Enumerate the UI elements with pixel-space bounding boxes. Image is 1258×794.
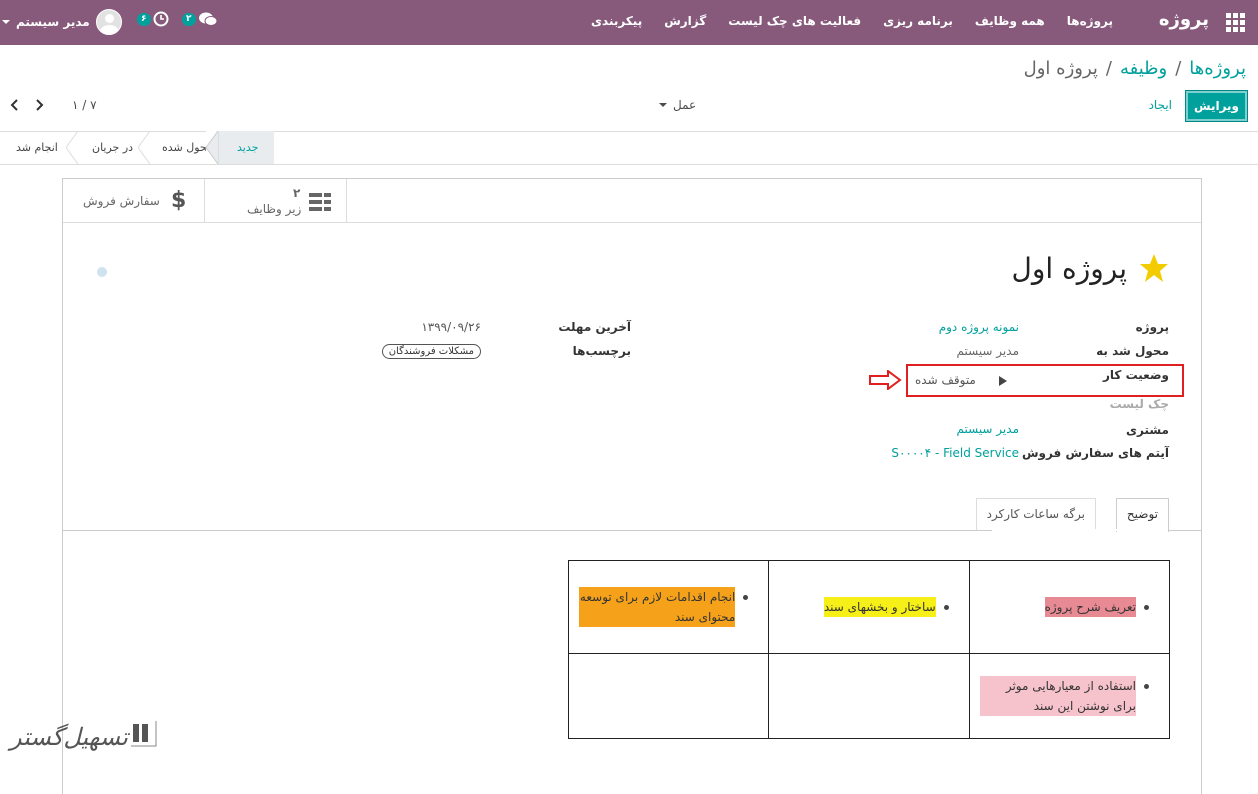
pager-next-button[interactable] (30, 94, 50, 116)
clock-icon (153, 11, 168, 27)
user-name: مدیر سیستم (16, 15, 90, 29)
action-dropdown[interactable]: عمل (659, 98, 696, 112)
stage-separator (66, 131, 78, 164)
form-sheet: ۲ زیر وظایف $ سفارش فروش پروژه اول پروژه… (62, 178, 1202, 794)
subtasks-label: زیر وظایف (247, 202, 302, 216)
pager-previous-button[interactable] (4, 94, 24, 116)
action-label: عمل (673, 98, 697, 112)
breadcrumb-separator: / (1175, 58, 1182, 79)
subtasks-count: ۲ (293, 186, 301, 200)
highlight-box (906, 364, 1184, 397)
apps-menu-icon[interactable] (1226, 13, 1246, 33)
stage-done[interactable]: انجام شد (4, 131, 70, 164)
breadcrumb: پروژه‌ها / وظیفه / پروژه اول (1024, 58, 1246, 79)
app-brand[interactable]: پروژه (1159, 9, 1209, 30)
dollar-icon: $ (171, 188, 187, 213)
menu-item-projects[interactable]: پروژه‌ها (1067, 14, 1113, 28)
so-item-value[interactable]: S۰۰۰۰۴ - Field Service (891, 446, 1019, 460)
menu-item-reporting[interactable]: گزارش (664, 14, 706, 28)
chevron-down-icon (2, 20, 10, 24)
table-cell (567, 652, 770, 740)
subtasks-smart-button[interactable]: ۲ زیر وظایف (205, 179, 347, 222)
menu-item-planning[interactable]: برنامه ریزی (883, 14, 953, 28)
sale-order-label: سفارش فروش (83, 194, 160, 208)
customer-value[interactable]: مدیر سیستم (957, 422, 1020, 436)
main-menu: پروژه‌ها همه وظایف برنامه ریزی فعالیت ها… (591, 14, 1113, 28)
deadline-label: آخرین مهلت (558, 320, 631, 334)
menu-item-configuration[interactable]: پیکربندی (591, 14, 642, 28)
stage-separator (138, 131, 150, 164)
messages-count-badge: ۲ (182, 12, 196, 26)
tag-badge[interactable]: مشکلات فروشندگان (381, 344, 481, 359)
bullet (743, 594, 749, 600)
project-label: پروژه (1135, 320, 1169, 334)
list-icon (309, 193, 331, 211)
cell-text: ساختار و بخشهای سند (823, 596, 936, 617)
avatar (95, 9, 122, 35)
cell-text: استفاده از معیارهایی موثر برای نوشتن این… (979, 675, 1136, 716)
kanban-state-dot[interactable] (97, 267, 107, 277)
menu-item-all-tasks[interactable]: همه وظایف (975, 14, 1045, 28)
menu-item-checklist-activities[interactable]: فعالیت های چک لیست (728, 14, 861, 28)
assigned-label: محول شد به (1096, 344, 1169, 358)
active-tab-gap (992, 529, 1168, 531)
messaging-menu[interactable]: ۲ (182, 11, 218, 27)
bullet (1144, 683, 1149, 689)
project-value[interactable]: نمونه پروژه دوم (939, 320, 1019, 334)
tab-description[interactable]: توضیح (1115, 498, 1169, 532)
user-menu[interactable]: مدیر سیستم (0, 8, 122, 36)
table-cell: استفاده از معیارهایی موثر برای نوشتن این… (968, 652, 1171, 740)
customer-label: مشتری (1125, 423, 1169, 437)
description-table: تعریف شرح پروژه ساختار و بخشهای سند انجا… (567, 560, 1171, 740)
breadcrumb-projects[interactable]: پروژه‌ها (1189, 58, 1246, 79)
assigned-value[interactable]: مدیر سیستم (957, 344, 1020, 358)
breadcrumb-tasks[interactable]: وظیفه (1120, 58, 1167, 79)
chat-icon (198, 12, 217, 26)
chevron-right-icon (36, 99, 44, 111)
stage-separator (206, 131, 218, 164)
breadcrumb-separator: / (1105, 58, 1112, 79)
record-title[interactable]: پروژه اول (1012, 252, 1128, 285)
top-navbar: پروژه پروژه‌ها همه وظایف برنامه ریزی فعا… (0, 0, 1258, 45)
tab-timesheets[interactable]: برگه ساعات کارکرد (975, 498, 1096, 531)
star-icon[interactable] (1139, 253, 1169, 283)
smart-buttons-box: ۲ زیر وظایف $ سفارش فروش (63, 179, 1201, 223)
stage-statusbar: جدید محول شده در جریان انجام شد (0, 131, 1258, 165)
table-cell (768, 652, 970, 740)
activity-menu[interactable]: ۶ (137, 11, 169, 27)
cell-text: انجام اقدامات لازم برای توسعه محتوای سند (579, 586, 736, 627)
app-root: پروژه پروژه‌ها همه وظایف برنامه ریزی فعا… (0, 0, 1258, 794)
stage-new[interactable]: جدید (218, 131, 274, 164)
table-cell: تعریف شرح پروژه (968, 560, 1171, 654)
chevron-left-icon (10, 99, 18, 111)
bullet (943, 604, 949, 610)
create-button[interactable]: ایجاد (1149, 98, 1172, 112)
arrow-right-icon (869, 370, 902, 390)
deadline-value[interactable]: ۱۳۹۹/۰۹/۲۶ (421, 320, 481, 334)
cell-text: تعریف شرح پروژه (1044, 596, 1136, 617)
table-cell: انجام اقدامات لازم برای توسعه محتوای سند (567, 560, 770, 654)
bullet (1144, 604, 1149, 610)
so-item-label: آیتم های سفارش فروش (1021, 446, 1169, 460)
watermark-text: تسهیل‌گستر (10, 723, 128, 751)
sale-order-smart-button[interactable]: $ سفارش فروش (63, 179, 205, 222)
breadcrumb-current: پروژه اول (1023, 58, 1098, 79)
watermark-logo-icon (130, 721, 157, 747)
chevron-down-icon (659, 103, 667, 107)
pager-value[interactable]: ۱ / ۷ (72, 98, 97, 112)
table-cell: ساختار و بخشهای سند (768, 560, 970, 654)
checklist-label: چک لیست (1109, 397, 1169, 411)
activity-count-badge: ۶ (137, 12, 151, 26)
edit-button[interactable]: ویرایش (1185, 90, 1248, 122)
tags-label: برچسب‌ها (572, 344, 631, 358)
stage-in-progress[interactable]: در جریان (80, 131, 145, 164)
watermark: تسهیل‌گستر (10, 720, 158, 754)
